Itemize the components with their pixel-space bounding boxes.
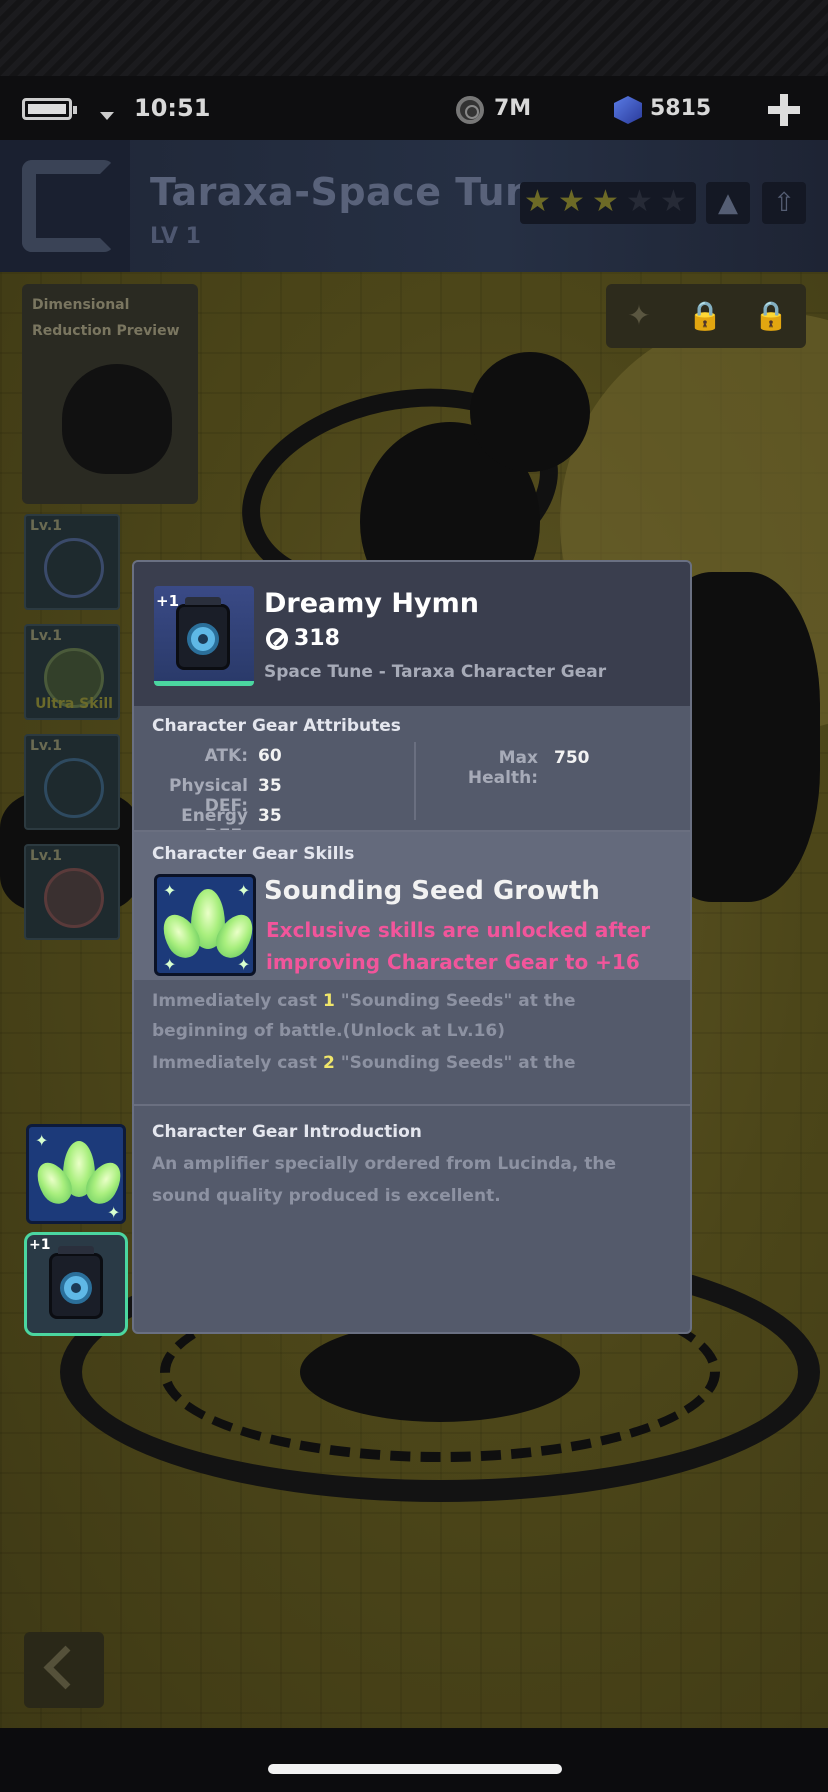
star-empty-icon: ★ — [660, 184, 687, 219]
lock-bar: ✦ 🔒 🔒 — [606, 284, 806, 348]
lock-icon[interactable]: 🔒 — [672, 284, 738, 348]
dimensional-preview-card[interactable]: Dimensional Reduction Preview — [22, 284, 198, 504]
side-skill-1[interactable]: Lv.1 — [24, 514, 120, 610]
gem-count: 5815 — [650, 96, 712, 121]
side-skill-2[interactable]: Lv.1 Ultra Skill — [24, 624, 120, 720]
character-header: Taraxa-Space Tune LV 1 ★ ★ ★ ★ ★ ▲ ⇧ — [0, 140, 828, 272]
sparkle-icon[interactable]: ✦ — [606, 284, 672, 348]
status-bar: 10:51 7M 5815 — [0, 76, 828, 140]
rank-up-icon[interactable]: ▲ — [706, 182, 750, 224]
preview-label: Dimensional Reduction Preview — [32, 297, 180, 339]
seed-skill-icon: ✦ ✦ ✦ ✦ — [154, 874, 256, 976]
equipped-gear-slot[interactable]: +1 — [24, 1232, 128, 1336]
side-skill-4[interactable]: Lv.1 — [24, 844, 120, 940]
character-title: Taraxa-Space Tune — [150, 170, 559, 214]
attr-divider — [414, 742, 416, 820]
gear-subtitle: Space Tune - Taraxa Character Gear — [264, 662, 607, 682]
attr-value-physical-def: 35 — [258, 776, 282, 796]
add-currency-button[interactable] — [764, 90, 804, 130]
skill-desc-1: Immediately cast 1 "Sounding Seeds" at t… — [152, 991, 576, 1041]
attributes-title: Character Gear Attributes — [152, 716, 401, 736]
star-empty-icon: ★ — [626, 184, 653, 219]
attr-value-energy-def: 35 — [258, 806, 282, 826]
skill-desc-2: Immediately cast 2 "Sounding Seeds" at t… — [152, 1053, 576, 1073]
gear-detail-popup: +1 Dreamy Hymn 318 Space Tune - Taraxa C… — [132, 560, 692, 1334]
skill-desc-scroll[interactable]: Immediately cast 1 "Sounding Seeds" at t… — [134, 982, 690, 1080]
ultra-skill-tag: Ultra Skill — [35, 696, 113, 712]
top-bezel — [0, 0, 828, 76]
clock: 10:51 — [134, 94, 211, 122]
skill-unlock-warning: Exclusive skills are unlocked after impr… — [266, 918, 651, 974]
attr-value-max-health: 750 — [554, 748, 590, 768]
gear-name: Dreamy Hymn — [264, 588, 479, 619]
chevron-down-icon[interactable] — [100, 112, 114, 120]
intro-text: An amplifier specially ordered from Luci… — [152, 1154, 617, 1206]
power-icon — [266, 628, 288, 650]
star-rating: ★ ★ ★ ★ ★ — [520, 182, 696, 224]
intro-title: Character Gear Introduction — [152, 1122, 422, 1142]
attr-label-atk: ATK: — [204, 746, 248, 766]
popup-header: +1 Dreamy Hymn 318 Space Tune - Taraxa C… — [134, 562, 690, 706]
character-level: LV 1 — [150, 224, 201, 249]
skill-name: Sounding Seed Growth — [264, 876, 600, 906]
upgrade-arrow-icon[interactable]: ⇧ — [762, 182, 806, 224]
back-button[interactable] — [24, 1632, 104, 1708]
skills-title: Character Gear Skills — [152, 844, 355, 864]
attr-value-atk: 60 — [258, 746, 282, 766]
star-filled-icon: ★ — [524, 184, 551, 219]
side-skill-3[interactable]: Lv.1 — [24, 734, 120, 830]
gear-item-icon: +1 — [154, 586, 254, 686]
attr-label-max-health: Max Health: — [467, 748, 538, 788]
coin-icon — [456, 96, 484, 124]
bottom-bar — [0, 1728, 828, 1792]
preview-silhouette — [62, 364, 172, 474]
coin-count: 7M — [494, 96, 532, 121]
lock-icon[interactable]: 🔒 — [738, 284, 804, 348]
home-indicator[interactable] — [268, 1764, 562, 1774]
star-filled-icon: ★ — [558, 184, 585, 219]
divider — [134, 1104, 690, 1106]
faction-logo — [0, 140, 130, 272]
gear-power: 318 — [294, 626, 340, 651]
gem-icon — [614, 96, 642, 124]
seed-skill-icon[interactable]: ✦ ✦ — [26, 1124, 126, 1224]
star-filled-icon: ★ — [592, 184, 619, 219]
battery-icon — [22, 98, 77, 120]
